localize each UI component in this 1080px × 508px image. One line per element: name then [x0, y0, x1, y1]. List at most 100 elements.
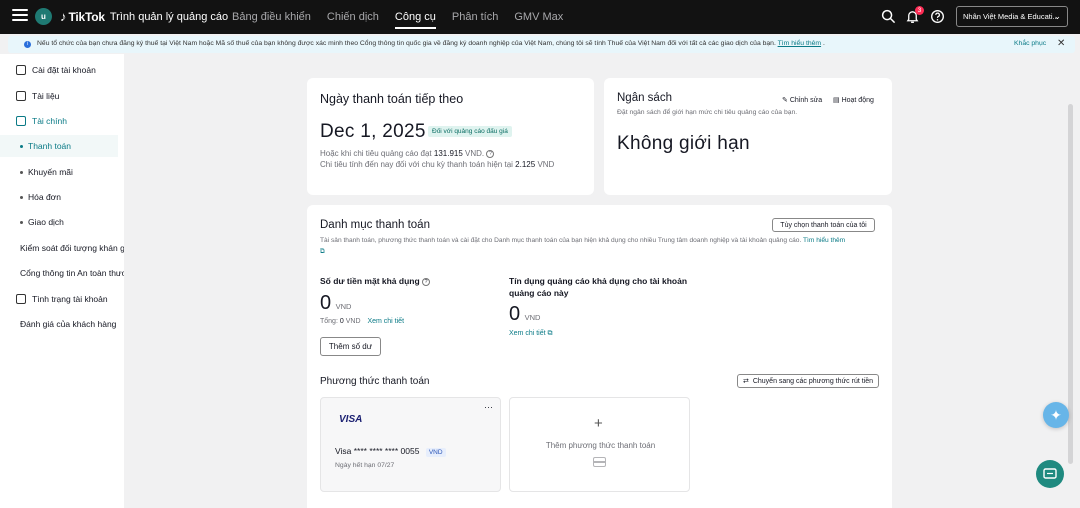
brand-subtitle: Trình quản lý quảng cáo [109, 10, 229, 23]
budget-title: Ngân sách [617, 92, 672, 104]
notification-badge: 3 [915, 6, 924, 15]
assistant-bubble-icon[interactable]: ✦ [1043, 402, 1069, 428]
account-status-icon [16, 294, 26, 304]
more-options-icon[interactable]: ··· [484, 402, 493, 412]
switch-withdrawal-methods-button[interactable]: ⇄ Chuyển sang các phương thức rút tiền [737, 374, 879, 388]
wallet-icon [16, 116, 26, 126]
nav-tools[interactable]: Công cụ [394, 5, 436, 29]
main-nav: Bảng điều khiển Chiến dịch Công cụ Phân … [232, 0, 579, 34]
sidebar-item-documents[interactable]: Tài liệu [0, 85, 124, 107]
current-cycle-amount: 2.125 [515, 160, 536, 169]
chat-glyph [1043, 467, 1057, 479]
sidebar-item-finance[interactable]: Tài chính [0, 110, 124, 132]
sidebar-item-label: Cài đặt tài khoản [32, 65, 96, 75]
chat-icon[interactable] [1036, 460, 1064, 488]
sidebar-item-promotions[interactable]: Khuyến mãi [0, 161, 124, 183]
ad-credit-value: 0 VND [509, 303, 541, 325]
ad-credit-label: Tín dụng quảng cáo khả dụng cho tài khoả… [509, 276, 688, 298]
next-payment-date: Dec 1, 2025 [320, 121, 426, 142]
nav-campaigns[interactable]: Chiến dịch [327, 0, 379, 34]
nav-gmv-max[interactable]: GMV Max [514, 0, 563, 34]
budget-activity-button[interactable]: ▤ Hoạt động [833, 96, 874, 104]
search-icon[interactable] [881, 9, 896, 24]
nav-dashboard[interactable]: Bảng điều khiển [232, 0, 311, 34]
portfolio-learn-more-link[interactable]: Tìm hiểu thêm [803, 237, 845, 244]
help-circle-icon[interactable]: ? [422, 277, 431, 286]
pencil-icon: ✎ [782, 97, 788, 104]
switch-icon: ⇄ [742, 378, 749, 385]
user-avatar[interactable]: u [35, 8, 52, 25]
sidebar-item-payment[interactable]: Thanh toán [0, 135, 118, 157]
account-name: Nhân Việt Media & Educati... [963, 12, 1059, 21]
help-circle-icon[interactable]: ? [486, 149, 495, 158]
portfolio-description: Tài sản thanh toán, phương thức thanh to… [320, 237, 846, 255]
add-payment-method-tile[interactable]: + Thêm phương thức thanh toán [509, 397, 690, 492]
info-icon: i [24, 41, 31, 48]
sidebar-item-label: Tình trạng tài khoản [32, 294, 108, 304]
spend-threshold-line: Hoặc khi chi tiêu quảng cáo đạt 131.915 … [320, 149, 495, 158]
card-currency-tag: VND [425, 448, 446, 457]
sidebar-item-label: Hóa đơn [28, 192, 61, 202]
credit-view-detail: Xem chi tiết ⧉ [509, 330, 553, 338]
sidebar-item-label: Tài chính [32, 116, 67, 126]
sidebar-item-invoices[interactable]: Hóa đơn [0, 186, 124, 208]
sidebar-item-account-settings[interactable]: Cài đặt tài khoản [0, 59, 124, 81]
sidebar-item-label: Giao dịch [28, 217, 64, 227]
brand-name: TikTok [68, 9, 106, 24]
cash-balance-label: Số dư tiền mặt khả dụng ? [320, 276, 431, 286]
next-payment-title: Ngày thanh toán tiếp theo [320, 92, 464, 106]
sidebar-item-account-status[interactable]: Tình trạng tài khoản [0, 288, 124, 310]
document-icon [16, 91, 26, 101]
credit-card-icon [593, 457, 606, 467]
plus-icon: + [594, 415, 603, 432]
notice-learn-more-link[interactable]: Tìm hiểu thêm [778, 40, 821, 47]
add-balance-button[interactable]: Thêm số dư [320, 337, 381, 356]
chevron-down-icon: ⌄ [1053, 11, 1061, 21]
cash-view-detail-link[interactable]: Xem chi tiết [367, 318, 404, 325]
sidebar-item-audience-control[interactable]: Kiểm soát đối tượng khán giả [0, 237, 124, 259]
account-settings-icon [16, 65, 26, 75]
sidebar-item-label: Kiểm soát đối tượng khán giả [20, 243, 124, 253]
sidebar-item-label: Cổng thông tin An toàn thương hiệu [20, 268, 124, 278]
external-link-icon[interactable]: ⧉ [320, 248, 325, 255]
scrollbar-thumb[interactable] [1068, 104, 1073, 464]
sidebar-item-label: Thanh toán [28, 141, 72, 151]
brand-logo[interactable]: ♪ TikTok Trình quản lý quảng cáo [60, 9, 228, 24]
auction-ads-tag: Đối với quảng cáo đấu giá [428, 126, 512, 137]
visa-logo: VISA [339, 414, 363, 425]
cash-balance-value: 0 VND [320, 292, 352, 314]
sidebar: Cài đặt tài khoản Tài liệu Tài chính Tha… [0, 54, 124, 508]
sidebar-item-label: Tài liệu [32, 91, 60, 101]
help-icon[interactable] [930, 9, 945, 24]
edit-budget-button[interactable]: ✎ Chỉnh sửa [782, 96, 822, 104]
visa-card-tile[interactable]: VISA ··· Visa **** **** **** 0055 VND Ng… [320, 397, 501, 492]
credit-view-detail-link[interactable]: Xem chi tiết [509, 330, 546, 337]
add-payment-method-label: Thêm phương thức thanh toán [545, 441, 656, 450]
payment-portfolio-card: Danh mục thanh toán Tùy chọn thanh toán … [307, 205, 892, 508]
notice-fix-link[interactable]: Khắc phục [1014, 40, 1046, 47]
tax-notice-banner: i Nếu tổ chức của bạn chưa đăng ký thuế … [8, 36, 1075, 53]
sidebar-item-transactions[interactable]: Giao dịch [0, 211, 124, 233]
external-link-icon[interactable]: ⧉ [548, 330, 553, 337]
budget-card: Ngân sách ✎ Chỉnh sửa ▤ Hoạt động Đặt ng… [604, 78, 892, 195]
close-icon[interactable]: ✕ [1057, 38, 1065, 49]
top-navigation-bar: u ♪ TikTok Trình quản lý quảng cáo Bảng … [0, 0, 1080, 34]
sidebar-item-brand-safety[interactable]: Cổng thông tin An toàn thương hiệu [0, 262, 124, 284]
nav-analytics[interactable]: Phân tích [452, 0, 498, 34]
cash-total-line: Tổng: 0 VND Xem chi tiết [320, 318, 405, 325]
notice-text-wrap: Nếu tổ chức của bạn chưa đăng ký thuế tạ… [37, 40, 825, 47]
sidebar-item-label: Đánh giá của khách hàng [20, 319, 117, 329]
portfolio-title: Danh mục thanh toán [320, 219, 430, 231]
my-payment-options-button[interactable]: Tùy chọn thanh toán của tôi [772, 218, 875, 232]
menu-icon[interactable] [12, 9, 28, 23]
payment-methods-title: Phương thức thanh toán [320, 376, 430, 387]
account-switcher[interactable]: Nhân Việt Media & Educati... ⌄ [956, 6, 1068, 27]
sidebar-item-label: Khuyến mãi [28, 167, 73, 177]
tiktok-note-icon: ♪ [60, 9, 67, 24]
sidebar-item-customer-reviews[interactable]: Đánh giá của khách hàng [0, 313, 124, 335]
notice-text: Nếu tổ chức của bạn chưa đăng ký thuế tạ… [37, 40, 776, 47]
budget-description: Đặt ngân sách để giới hạn mức chi tiêu q… [617, 109, 798, 116]
budget-value: Không giới hạn [617, 133, 750, 154]
spend-threshold-amount: 131.915 [433, 149, 463, 158]
card-number: Visa **** **** **** 0055 VND [335, 446, 446, 457]
